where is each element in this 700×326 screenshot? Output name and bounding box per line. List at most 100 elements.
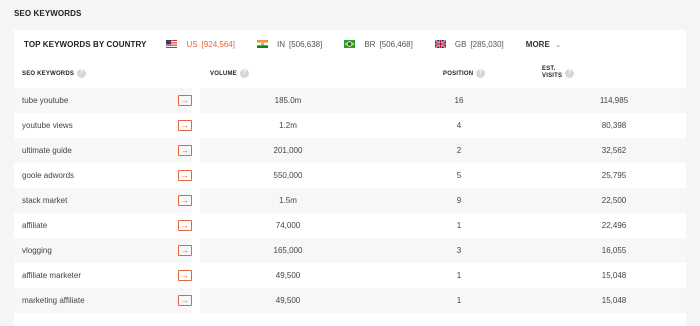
country-code: GB xyxy=(454,39,467,49)
volume-cell: 550,000 xyxy=(200,163,376,188)
country-tab-br[interactable]: BR [506,468] xyxy=(344,40,413,49)
external-link-icon[interactable]: → xyxy=(178,220,192,231)
volume-cell: 74,000 xyxy=(200,213,376,238)
table-row: marketing affiliate → 49,500 1 15,048 xyxy=(14,288,686,313)
in-flag-icon xyxy=(256,40,268,48)
country-count: [506,468] xyxy=(379,39,413,49)
keyword-cell: marketing affiliate → xyxy=(14,288,192,313)
table-row: ultimate guide → 201,000 2 32,562 xyxy=(14,138,686,163)
seo-keywords-panel: TOP KEYWORDS BY COUNTRY US [924,564] IN … xyxy=(14,30,686,326)
cell-gap xyxy=(192,263,200,288)
volume-cell: 201,000 xyxy=(200,138,376,163)
visits-cell: 15,048 xyxy=(542,263,686,288)
country-count: [924,564] xyxy=(201,39,235,49)
keyword-text[interactable]: ultimate guide xyxy=(22,146,72,155)
position-cell: 1 xyxy=(376,288,542,313)
keyword-cell: ultimate guide → xyxy=(14,138,192,163)
visits-cell: 25,795 xyxy=(542,163,686,188)
gb-flag-icon xyxy=(434,40,446,48)
country-bar-title: TOP KEYWORDS BY COUNTRY xyxy=(24,39,147,49)
header-volume[interactable]: VOLUME? xyxy=(200,58,376,88)
keyword-text[interactable]: stack market xyxy=(22,196,67,205)
visits-cell: 22,496 xyxy=(542,213,686,238)
country-tab-in[interactable]: IN [506,638] xyxy=(256,39,323,49)
keyword-text[interactable]: youtube views xyxy=(22,121,73,130)
section-title: SEO KEYWORDS xyxy=(14,9,82,18)
keyword-cell: youtube views → xyxy=(14,113,192,138)
more-countries-button[interactable]: MORE ⌄ xyxy=(526,40,562,49)
table-row: stack market → 1.5m 9 22,500 xyxy=(14,188,686,213)
header-gap xyxy=(192,58,200,88)
visits-cell: 32,562 xyxy=(542,138,686,163)
keyword-text[interactable]: affiliate xyxy=(22,221,47,230)
visits-cell: 22,500 xyxy=(542,188,686,213)
keyword-cell: affiliate → xyxy=(14,213,192,238)
position-cell: 9 xyxy=(376,188,542,213)
keyword-cell: goole adwords → xyxy=(14,163,192,188)
country-tab-gb[interactable]: GB [285,030] xyxy=(434,39,504,49)
help-icon[interactable]: ? xyxy=(77,68,87,78)
header-est-visits[interactable]: EST. VISITS ? xyxy=(542,58,686,88)
keyword-text[interactable]: goole adwords xyxy=(22,171,74,180)
external-link-icon[interactable]: → xyxy=(178,170,192,181)
cell-gap xyxy=(192,113,200,138)
header-seo-keywords[interactable]: SEO KEYWORDS? xyxy=(14,58,192,88)
country-tab-us[interactable]: US [924,564] xyxy=(166,40,235,49)
cell-gap xyxy=(192,288,200,313)
us-flag-icon xyxy=(166,40,178,48)
chevron-down-icon: ⌄ xyxy=(554,39,562,49)
header-visits-label: VISITS xyxy=(542,73,563,79)
external-link-icon[interactable]: → xyxy=(178,270,192,281)
cell-gap xyxy=(192,163,200,188)
table-row: tube youtube → 185.0m 16 114,985 xyxy=(14,88,686,113)
keyword-cell: stack market → xyxy=(14,188,192,213)
help-icon[interactable]: ? xyxy=(239,68,249,78)
external-link-icon[interactable]: → xyxy=(178,145,192,156)
volume-cell: 1.5m xyxy=(200,188,376,213)
country-code: IN xyxy=(276,39,285,49)
visits-cell: 16,055 xyxy=(542,238,686,263)
cell-gap xyxy=(192,238,200,263)
keywords-table: SEO KEYWORDS? VOLUME? POSITION? EST. VIS… xyxy=(14,58,686,313)
position-cell: 2 xyxy=(376,138,542,163)
header-est-label: EST. xyxy=(542,66,556,72)
country-count: [285,030] xyxy=(470,39,504,49)
table-row: affiliate → 74,000 1 22,496 xyxy=(14,213,686,238)
visits-cell: 114,985 xyxy=(542,88,686,113)
keyword-text[interactable]: marketing affiliate xyxy=(22,296,85,305)
cell-gap xyxy=(192,88,200,113)
position-cell: 1 xyxy=(376,263,542,288)
country-count: [506,638] xyxy=(288,39,323,49)
visits-cell: 80,398 xyxy=(542,113,686,138)
table-row: goole adwords → 550,000 5 25,795 xyxy=(14,163,686,188)
table-row: vlogging → 165,000 3 16,055 xyxy=(14,238,686,263)
volume-cell: 1.2m xyxy=(200,113,376,138)
position-cell: 16 xyxy=(376,88,542,113)
more-label: MORE xyxy=(525,39,550,49)
keyword-cell: vlogging → xyxy=(14,238,192,263)
volume-cell: 49,500 xyxy=(200,263,376,288)
keyword-text[interactable]: vlogging xyxy=(22,246,52,255)
position-cell: 5 xyxy=(376,163,542,188)
cell-gap xyxy=(192,188,200,213)
header-position[interactable]: POSITION? xyxy=(376,58,542,88)
keyword-cell: tube youtube → xyxy=(14,88,192,113)
volume-cell: 165,000 xyxy=(200,238,376,263)
visits-cell: 15,048 xyxy=(542,288,686,313)
position-cell: 1 xyxy=(376,213,542,238)
help-icon[interactable]: ? xyxy=(565,68,575,78)
help-icon[interactable]: ? xyxy=(476,68,486,78)
external-link-icon[interactable]: → xyxy=(178,120,192,131)
keyword-text[interactable]: affiliate marketer xyxy=(22,271,81,280)
position-cell: 4 xyxy=(376,113,542,138)
volume-cell: 185.0m xyxy=(200,88,376,113)
volume-cell: 49,500 xyxy=(200,288,376,313)
external-link-icon[interactable]: → xyxy=(178,245,192,256)
table-row: youtube views → 1.2m 4 80,398 xyxy=(14,113,686,138)
external-link-icon[interactable]: → xyxy=(178,95,192,106)
external-link-icon[interactable]: → xyxy=(178,195,192,206)
keyword-text[interactable]: tube youtube xyxy=(22,96,68,105)
external-link-icon[interactable]: → xyxy=(178,295,192,306)
country-code: US xyxy=(186,39,198,49)
country-code: BR xyxy=(364,39,376,49)
